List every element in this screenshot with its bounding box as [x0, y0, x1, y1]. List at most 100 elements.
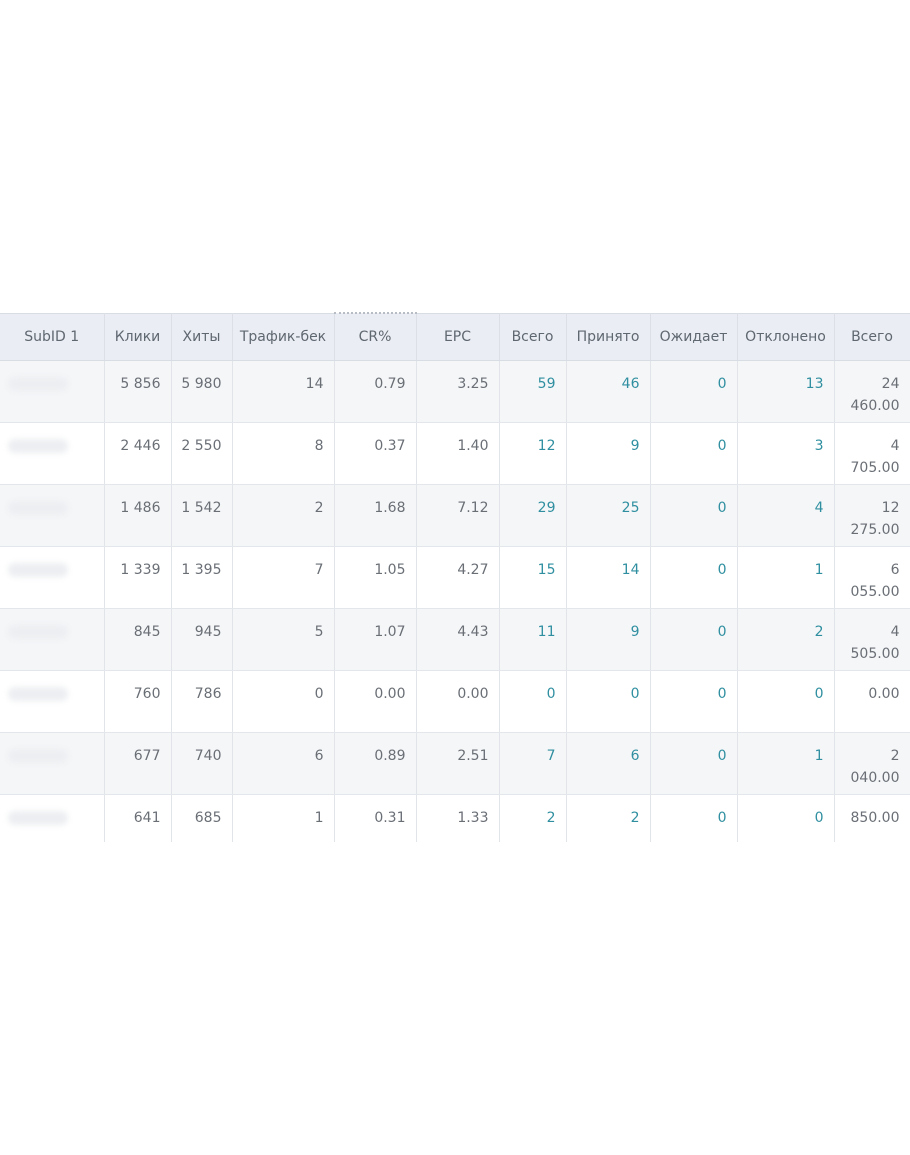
column-header-total-sum[interactable]: Всего — [834, 312, 910, 361]
column-header-pending[interactable]: Ожидает — [650, 312, 738, 361]
cell-epc: 1.33 — [416, 794, 500, 842]
table-row[interactable]: 677 740 6 0.89 2.51 7 6 0 1 2 040.00 — [0, 732, 910, 795]
cell-pending-link[interactable]: 0 — [650, 732, 738, 795]
cell-pending-link[interactable]: 0 — [650, 670, 738, 733]
cell-pending-link[interactable]: 0 — [650, 794, 738, 842]
column-header-subid[interactable]: SubID 1 — [0, 312, 105, 361]
cell-sum: 4 505.00 — [834, 608, 910, 671]
cell-clicks: 760 — [104, 670, 172, 733]
cell-accepted-link[interactable]: 9 — [566, 422, 651, 485]
table-body: 5 856 5 980 14 0.79 3.25 59 46 0 13 24 460.00 2 44… — [0, 360, 910, 842]
cell-pending-link[interactable]: 0 — [650, 422, 738, 485]
cell-hits: 685 — [171, 794, 233, 842]
cell-hits: 5 980 — [171, 360, 233, 423]
cell-epc: 4.27 — [416, 546, 500, 609]
cell-rejected-link[interactable]: 0 — [737, 670, 835, 733]
statistics-table-container: SubID 1 Клики Хиты Трафик-бек CR% EPC Вс… — [0, 312, 910, 842]
cell-epc: 1.40 — [416, 422, 500, 485]
cell-hits: 1 395 — [171, 546, 233, 609]
cell-total-link[interactable]: 7 — [499, 732, 567, 795]
cell-sum: 2 040.00 — [834, 732, 910, 795]
table-row[interactable]: 1 339 1 395 7 1.05 4.27 15 14 0 1 6 055.00 — [0, 546, 910, 609]
cell-total-link[interactable]: 59 — [499, 360, 567, 423]
cell-epc: 3.25 — [416, 360, 500, 423]
cell-cr: 0.31 — [334, 794, 417, 842]
cell-accepted-link[interactable]: 14 — [566, 546, 651, 609]
cell-epc: 2.51 — [416, 732, 500, 795]
cell-pending-link[interactable]: 0 — [650, 360, 738, 423]
cell-accepted-link[interactable]: 25 — [566, 484, 651, 547]
table-header-row: SubID 1 Клики Хиты Трафик-бек CR% EPC Вс… — [0, 312, 910, 361]
column-header-clicks[interactable]: Клики — [104, 312, 172, 361]
table-row[interactable]: 641 685 1 0.31 1.33 2 2 0 0 850.00 — [0, 794, 910, 842]
cell-pending-link[interactable]: 0 — [650, 484, 738, 547]
cell-pending-link[interactable]: 0 — [650, 546, 738, 609]
redacted-subid — [8, 563, 68, 577]
cell-accepted-link[interactable]: 0 — [566, 670, 651, 733]
cell-epc: 0.00 — [416, 670, 500, 733]
cell-total-link[interactable]: 11 — [499, 608, 567, 671]
column-header-trafficback[interactable]: Трафик-бек — [232, 312, 335, 361]
cell-total-link[interactable]: 12 — [499, 422, 567, 485]
cell-sum: 0.00 — [834, 670, 910, 733]
cell-clicks: 641 — [104, 794, 172, 842]
cell-total-link[interactable]: 0 — [499, 670, 567, 733]
cell-subid — [0, 422, 105, 485]
cell-subid — [0, 360, 105, 423]
cell-clicks: 1 339 — [104, 546, 172, 609]
cell-trafficback: 5 — [232, 608, 335, 671]
cell-trafficback: 0 — [232, 670, 335, 733]
table-row[interactable]: 760 786 0 0.00 0.00 0 0 0 0 0.00 — [0, 670, 910, 733]
cell-sum: 6 055.00 — [834, 546, 910, 609]
cell-cr: 1.68 — [334, 484, 417, 547]
cell-total-link[interactable]: 2 — [499, 794, 567, 842]
column-header-total-conversions[interactable]: Всего — [499, 312, 567, 361]
column-header-hits[interactable]: Хиты — [171, 312, 233, 361]
cell-rejected-link[interactable]: 2 — [737, 608, 835, 671]
cell-accepted-link[interactable]: 46 — [566, 360, 651, 423]
cell-total-link[interactable]: 29 — [499, 484, 567, 547]
column-header-cr[interactable]: CR% — [334, 312, 417, 361]
table-row[interactable]: 2 446 2 550 8 0.37 1.40 12 9 0 3 4 705.00 — [0, 422, 910, 485]
cell-rejected-link[interactable]: 1 — [737, 732, 835, 795]
cell-cr: 0.00 — [334, 670, 417, 733]
cell-clicks: 677 — [104, 732, 172, 795]
column-header-accepted[interactable]: Принято — [566, 312, 651, 361]
cell-trafficback: 14 — [232, 360, 335, 423]
cell-trafficback: 1 — [232, 794, 335, 842]
cell-hits: 786 — [171, 670, 233, 733]
redacted-subid — [8, 749, 68, 763]
redacted-subid — [8, 625, 68, 639]
redacted-subid — [8, 811, 68, 825]
cell-hits: 740 — [171, 732, 233, 795]
redacted-subid — [8, 439, 68, 453]
cell-trafficback: 2 — [232, 484, 335, 547]
cell-cr: 1.05 — [334, 546, 417, 609]
cell-total-link[interactable]: 15 — [499, 546, 567, 609]
cell-rejected-link[interactable]: 13 — [737, 360, 835, 423]
cell-rejected-link[interactable]: 1 — [737, 546, 835, 609]
cell-subid — [0, 546, 105, 609]
cell-accepted-link[interactable]: 2 — [566, 794, 651, 842]
column-header-rejected[interactable]: Отклонено — [737, 312, 835, 361]
table-row[interactable]: 5 856 5 980 14 0.79 3.25 59 46 0 13 24 460.00 — [0, 360, 910, 423]
cell-cr: 0.89 — [334, 732, 417, 795]
cell-subid — [0, 670, 105, 733]
table-row[interactable]: 1 486 1 542 2 1.68 7.12 29 25 0 4 12 275.00 — [0, 484, 910, 547]
cell-rejected-link[interactable]: 3 — [737, 422, 835, 485]
column-header-epc[interactable]: EPC — [416, 312, 500, 361]
cell-accepted-link[interactable]: 6 — [566, 732, 651, 795]
cell-subid — [0, 484, 105, 547]
cell-accepted-link[interactable]: 9 — [566, 608, 651, 671]
cell-subid — [0, 732, 105, 795]
cell-rejected-link[interactable]: 4 — [737, 484, 835, 547]
cell-rejected-link[interactable]: 0 — [737, 794, 835, 842]
cell-epc: 4.43 — [416, 608, 500, 671]
cell-subid — [0, 794, 105, 842]
cell-pending-link[interactable]: 0 — [650, 608, 738, 671]
cell-hits: 1 542 — [171, 484, 233, 547]
table-row[interactable]: 845 945 5 1.07 4.43 11 9 0 2 4 505.00 — [0, 608, 910, 671]
cell-hits: 2 550 — [171, 422, 233, 485]
cell-trafficback: 8 — [232, 422, 335, 485]
cell-cr: 0.37 — [334, 422, 417, 485]
